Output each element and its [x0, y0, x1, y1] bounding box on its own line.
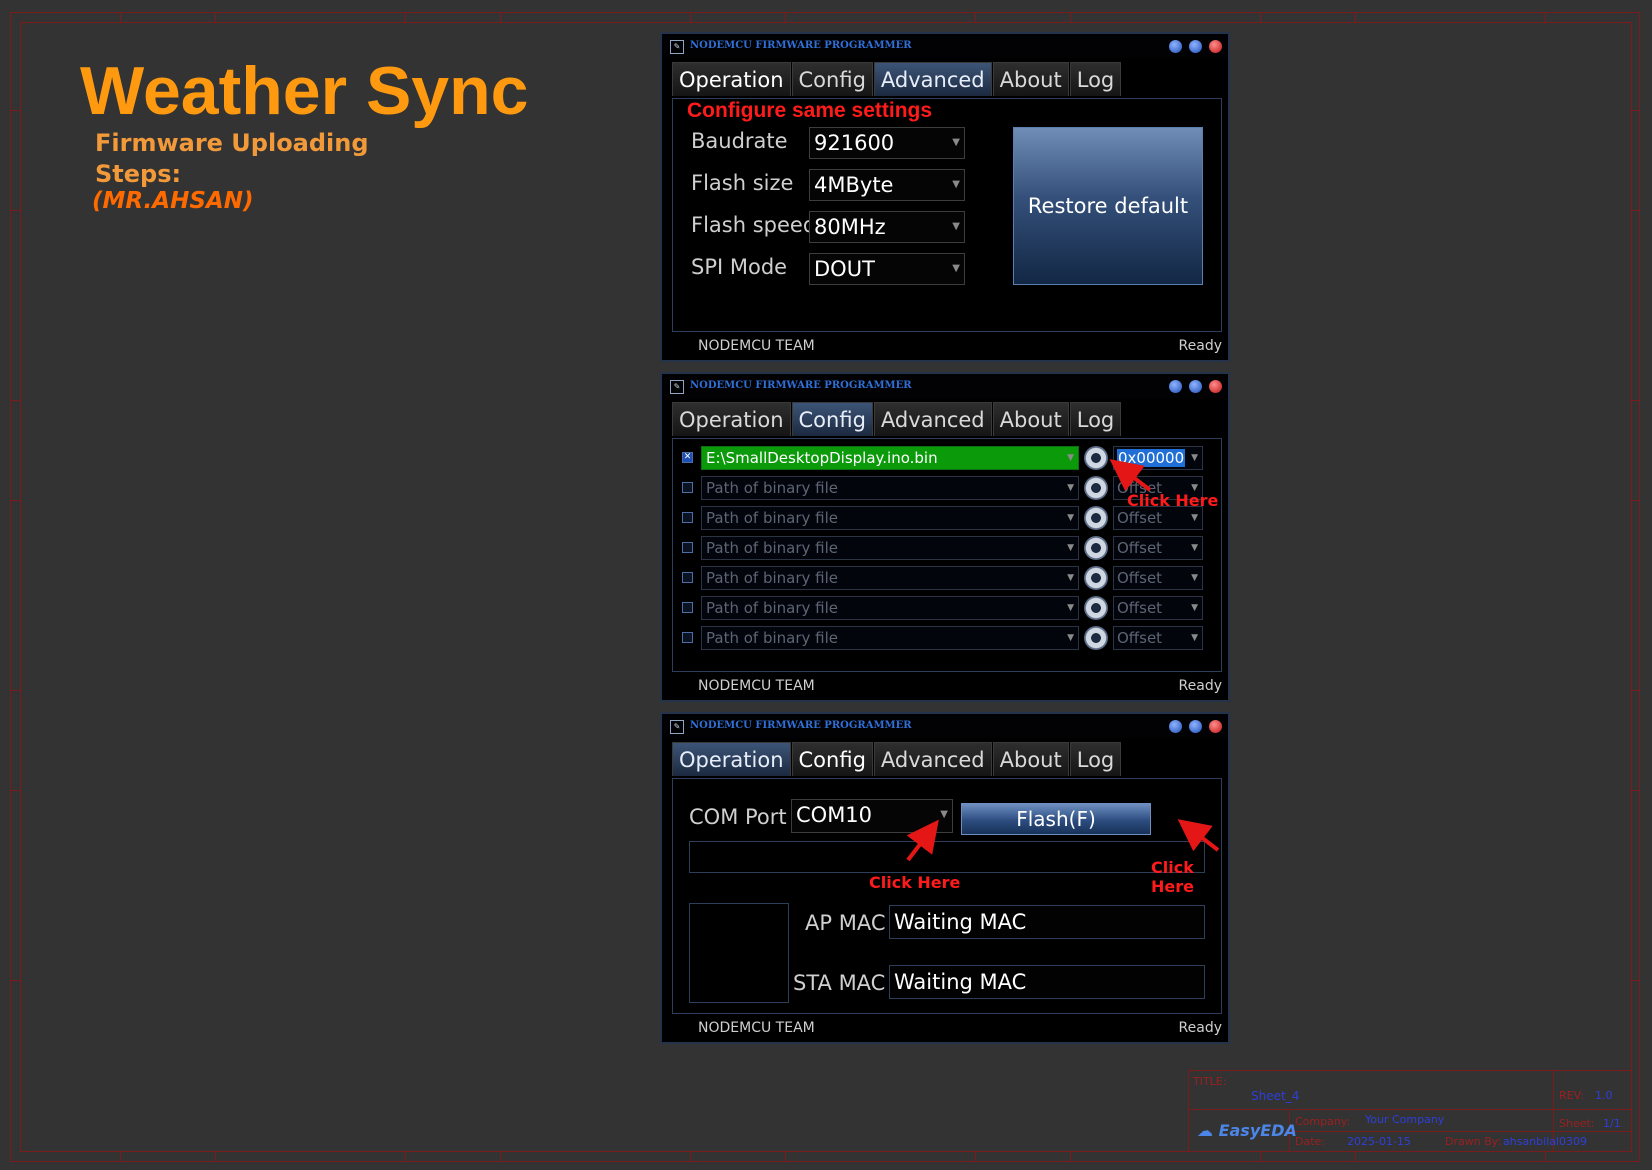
ruler-tick: [1355, 12, 1356, 22]
ruler-tick: [405, 1152, 406, 1162]
ruler-tick: [1630, 980, 1640, 981]
tb-sheet-value: 1/1: [1603, 1117, 1621, 1130]
title-block: TITLE: Sheet_4 REV: 1.0 Company: Your Co…: [1188, 1070, 1632, 1152]
ruler-tick: [1630, 790, 1640, 791]
ruler-tick: [690, 12, 691, 22]
tb-drawn-label: Drawn By:: [1445, 1135, 1502, 1148]
arrow-to-gear: [1109, 459, 1152, 492]
ruler-tick: [1070, 1152, 1071, 1162]
tb-divider: [1289, 1131, 1631, 1132]
ruler-tick: [10, 790, 20, 791]
ruler-tick: [215, 12, 216, 22]
tb-company-label: Company:: [1295, 1115, 1351, 1128]
arrow-to-flash: [1177, 819, 1220, 852]
ruler-tick: [1070, 12, 1071, 22]
ruler-tick: [785, 12, 786, 22]
arrow-to-com-port: [906, 819, 939, 862]
ruler-tick: [10, 690, 20, 691]
ruler-tick: [120, 12, 121, 22]
tb-rev-value: 1.0: [1595, 1089, 1613, 1102]
ruler-tick: [690, 1152, 691, 1162]
ruler-tick: [1545, 12, 1546, 22]
annotation-arrows: [906, 459, 1220, 862]
ruler-tick: [1630, 110, 1640, 111]
tb-company-value: Your Company: [1365, 1113, 1445, 1126]
ruler-tick: [975, 12, 976, 22]
tb-divider: [1189, 1109, 1631, 1110]
ruler-tick: [215, 1152, 216, 1162]
ruler-tick: [10, 400, 20, 401]
tb-date-label: Date:: [1295, 1135, 1325, 1148]
ruler-tick: [1630, 500, 1640, 501]
tb-title-value: Sheet_4: [1251, 1089, 1300, 1103]
ruler-tick: [10, 210, 20, 211]
ruler-tick: [500, 1152, 501, 1162]
tb-title-label: TITLE:: [1193, 1075, 1227, 1088]
easyeda-brand: EasyEDA: [1218, 1121, 1297, 1140]
ruler-tick: [10, 500, 20, 501]
ruler-tick: [1260, 1152, 1261, 1162]
ruler-tick: [1260, 12, 1261, 22]
tb-date-value: 2025-01-15: [1347, 1135, 1411, 1148]
ruler-tick: [10, 110, 20, 111]
tb-rev-label: REV:: [1559, 1089, 1584, 1102]
tb-drawn-value: ahsanbilal0309: [1503, 1135, 1588, 1148]
ruler-tick: [405, 12, 406, 22]
ruler-tick: [120, 1152, 121, 1162]
tb-sheet-label: Sheet:: [1559, 1117, 1595, 1130]
ruler-tick: [1630, 690, 1640, 691]
ruler-tick: [1355, 1152, 1356, 1162]
easyeda-logo: ☁ EasyEDA: [1197, 1121, 1297, 1140]
ruler-tick: [1630, 400, 1640, 401]
ruler-tick: [975, 1152, 976, 1162]
ruler-tick: [1545, 1152, 1546, 1162]
ruler-tick: [10, 980, 20, 981]
ruler-tick: [500, 12, 501, 22]
ruler-tick: [1630, 210, 1640, 211]
ruler-tick: [785, 1152, 786, 1162]
cloud-icon: ☁: [1197, 1121, 1213, 1140]
